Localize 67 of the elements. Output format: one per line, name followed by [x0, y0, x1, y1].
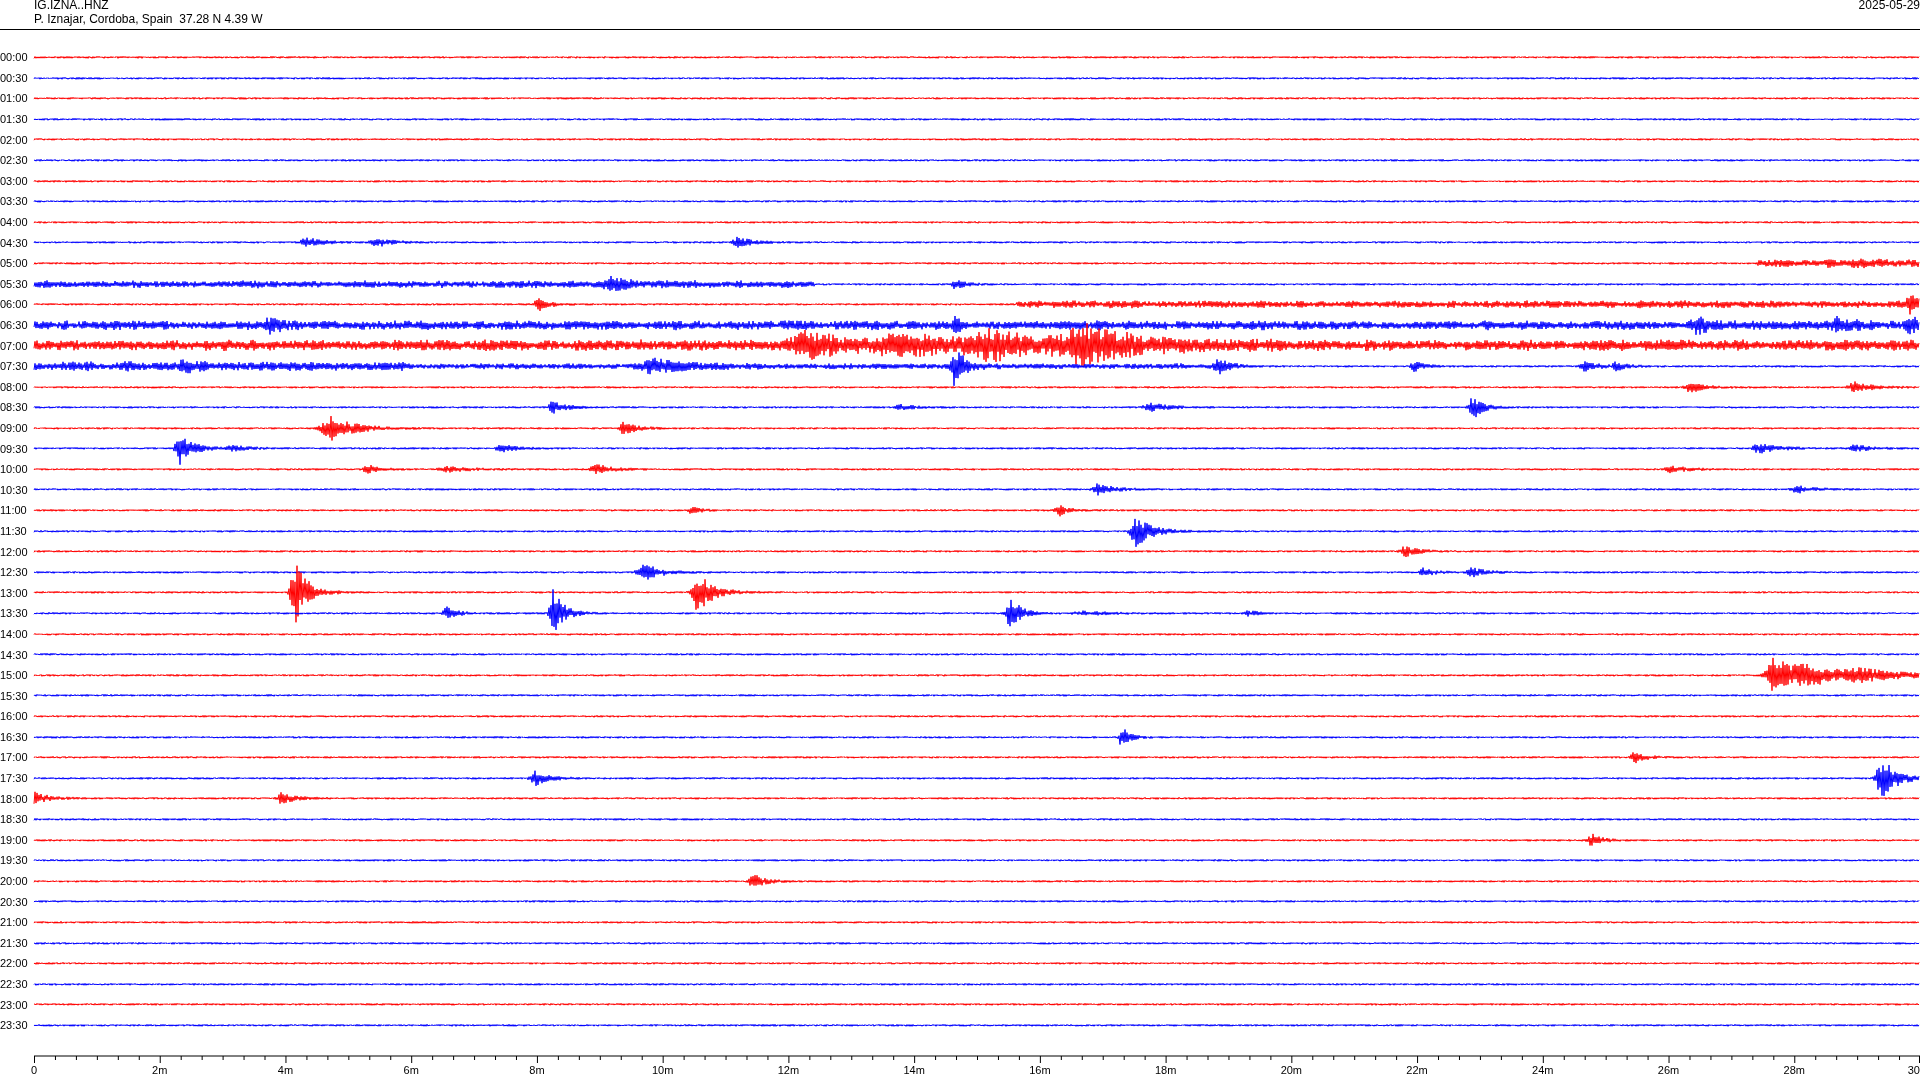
station-code: IG.IZNA..HNZ	[34, 0, 110, 12]
time-label: 00:30	[0, 71, 29, 84]
axis-tick-label: 10m	[651, 1064, 674, 1077]
time-label: 06:00	[0, 298, 29, 311]
time-label: 12:30	[0, 566, 29, 579]
time-label: 14:00	[0, 627, 29, 640]
time-label: 15:00	[0, 669, 29, 682]
time-label: 22:30	[0, 978, 29, 990]
time-label: 11:00	[0, 504, 28, 517]
time-label: 08:30	[0, 401, 29, 414]
axis-tick-label: 22m	[1406, 1064, 1428, 1077]
date-label: 2025-05-29	[1858, 0, 1920, 14]
time-label: 01:30	[0, 113, 29, 126]
time-label: 17:30	[0, 772, 29, 785]
time-label: 03:30	[0, 195, 29, 208]
time-label: 10:00	[0, 463, 29, 476]
time-label: 19:00	[0, 833, 29, 846]
axis-tick-label: 0	[30, 1064, 38, 1077]
axis-tick-label: 16m	[1029, 1064, 1051, 1077]
axis-tick-label: 8m	[529, 1064, 545, 1077]
time-label: 00:00	[0, 51, 29, 64]
time-label: 09:00	[0, 422, 29, 434]
time-label: 13:00	[0, 586, 29, 599]
time-label: 10:30	[0, 483, 29, 496]
axis-tick-label: 26m	[1657, 1064, 1680, 1077]
time-label: 04:00	[0, 216, 29, 229]
time-label: 16:00	[0, 710, 29, 723]
axis-tick-label: 4m	[277, 1064, 294, 1077]
time-label: 09:30	[0, 442, 29, 455]
axis-tick-label: 24m	[1532, 1064, 1554, 1077]
time-label: 23:00	[0, 998, 29, 1011]
time-label: 05:00	[0, 257, 29, 270]
time-label: 16:30	[0, 730, 29, 743]
axis-tick-label: 14m	[903, 1064, 925, 1077]
time-label: 02:30	[0, 154, 29, 167]
axis-tick-label: 30	[1907, 1064, 1920, 1077]
axis-tick-label: 2m	[152, 1064, 168, 1077]
time-label: 07:30	[0, 360, 29, 373]
time-label: 18:00	[0, 792, 29, 805]
axis-tick-label: 20m	[1280, 1064, 1303, 1077]
time-label: 13:30	[0, 607, 29, 620]
time-label: 08:00	[0, 380, 29, 393]
time-label: 20:00	[0, 875, 29, 888]
time-label: 05:30	[0, 277, 29, 290]
time-label: 12:00	[0, 545, 29, 558]
axis-tick-label: 6m	[403, 1064, 419, 1077]
time-label: 23:30	[0, 1019, 29, 1032]
time-label: 04:30	[0, 236, 29, 249]
time-label: 19:30	[0, 854, 29, 867]
time-label: 22:00	[0, 957, 29, 970]
time-label: 14:30	[0, 648, 29, 661]
axis-tick-label: 18m	[1154, 1064, 1177, 1077]
axis-tick-label: 12m	[777, 1064, 800, 1077]
time-label: 07:00	[0, 339, 29, 352]
time-label: 15:30	[0, 689, 29, 702]
time-label: 21:30	[0, 936, 29, 949]
time-label: 18:30	[0, 813, 29, 826]
station-location: P. Iznajar, Cordoba, Spain 37.28 N 4.39 W	[34, 12, 263, 26]
axis-tick-label: 28m	[1783, 1064, 1805, 1077]
time-label: 17:00	[0, 751, 29, 764]
time-label: 02:00	[0, 133, 29, 146]
time-label: 01:00	[0, 92, 29, 105]
time-label: 20:30	[0, 895, 29, 908]
time-label: 06:30	[0, 319, 29, 331]
time-label: 21:00	[0, 916, 29, 929]
time-label: 11:30	[0, 524, 28, 537]
time-label: 03:00	[0, 174, 29, 187]
